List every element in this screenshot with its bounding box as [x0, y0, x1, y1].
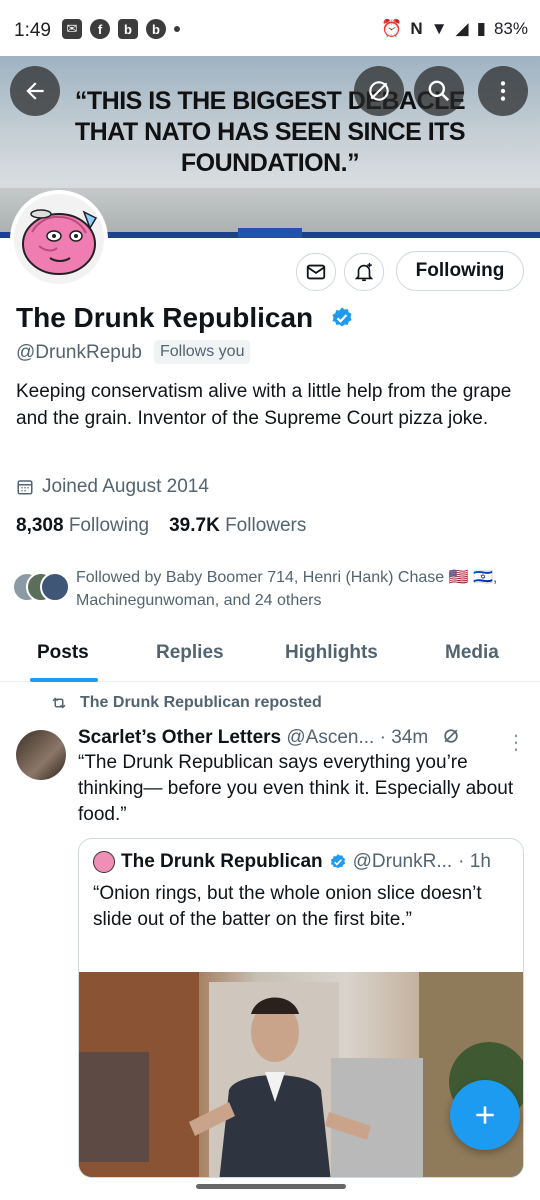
joined-date: Joined August 2014 [16, 476, 209, 498]
battery-icon: ▮ [476, 19, 486, 38]
grok-icon[interactable] [441, 726, 461, 746]
follow-counts: 8,308 Following 39.7K Followers [16, 515, 306, 537]
b-app-icon: b [118, 19, 138, 39]
alarm-icon: ⏰ [381, 19, 403, 38]
system-icons: ⏰ N ▼ ◢ ▮ 83% [381, 19, 528, 39]
profile-avatar[interactable] [10, 190, 108, 288]
bell-plus-icon [354, 262, 374, 282]
post-author-avatar[interactable] [16, 730, 66, 780]
notification-icons: ✉ f b b [62, 19, 180, 39]
repost-icon [52, 697, 66, 709]
post-header: Scarlet’s Other Letters @Ascen... · 34m [78, 726, 461, 749]
following-count-link[interactable]: 8,308 Following [16, 515, 149, 537]
profile-tabs: Posts Replies Highlights Media [0, 630, 540, 682]
plus-icon [476, 1106, 494, 1124]
back-icon [26, 82, 44, 100]
verified-badge-icon [332, 307, 352, 327]
tab-highlights[interactable]: Highlights [285, 642, 378, 664]
followers-count-link[interactable]: 39.7K Followers [169, 515, 306, 537]
battery-percent: 83% [493, 19, 528, 38]
follows-you-badge: Follows you [154, 340, 251, 364]
following-button[interactable]: Following [396, 251, 524, 291]
post-author-name[interactable]: Scarlet’s Other Letters [78, 727, 281, 748]
signal-icon: ◢ [455, 19, 469, 38]
more-notifications-dot [174, 26, 180, 32]
profile-name: The Drunk Republican [16, 302, 314, 333]
gesture-navigation-bar[interactable] [196, 1184, 346, 1189]
status-bar: 1:49 ✉ f b b ⏰ N ▼ ◢ ▮ 83% [0, 0, 540, 62]
notifications-button[interactable] [344, 253, 384, 291]
tab-media[interactable]: Media [445, 642, 499, 664]
quoted-post-text: “Onion rings, but the whole onion slice … [93, 883, 482, 930]
quoted-author-name: The Drunk Republican [121, 851, 323, 872]
b-app-icon: b [146, 19, 166, 39]
search-button[interactable] [414, 66, 464, 116]
active-tab-indicator [30, 678, 98, 682]
followed-by-text[interactable]: Followed by Baby Boomer 714, Henri (Hank… [76, 566, 526, 612]
calendar-icon [17, 480, 33, 495]
repost-label: The Drunk Republican reposted [80, 694, 322, 711]
repost-indicator: The Drunk Republican reposted [50, 694, 322, 712]
post-time: · 34m [379, 727, 429, 748]
grok-button[interactable] [354, 66, 404, 116]
message-icon: ✉ [62, 19, 82, 39]
verified-badge-icon [330, 854, 345, 869]
compose-post-button[interactable] [450, 1080, 520, 1150]
nfc-icon: N [410, 19, 423, 38]
envelope-icon [306, 264, 326, 280]
avatar [93, 851, 115, 873]
followed-by-avatars[interactable] [12, 572, 72, 604]
tab-posts[interactable]: Posts [37, 642, 89, 664]
status-time: 1:49 [14, 20, 51, 41]
facebook-icon: f [90, 19, 110, 39]
avatar [40, 572, 70, 602]
post-text: “The Drunk Republican says everything yo… [78, 752, 514, 825]
banner-tag [238, 228, 302, 238]
avatar-image [14, 194, 104, 284]
grok-icon [369, 81, 389, 101]
more-options-button[interactable] [478, 66, 528, 116]
quoted-post-image[interactable] [79, 972, 523, 1177]
profile-handle: @DrunkRepub [16, 342, 142, 363]
joined-text: Joined August 2014 [42, 476, 209, 497]
search-icon [428, 80, 450, 102]
back-button[interactable] [10, 66, 60, 116]
wifi-icon: ▼ [430, 19, 448, 38]
quoted-author-handle: @DrunkR... [352, 851, 453, 872]
quoted-post-header: The Drunk Republican @DrunkR... · 1h [93, 851, 491, 873]
profile-bio: Keeping conservatism alive with a little… [16, 381, 512, 429]
post-author-handle[interactable]: @Ascen... [286, 727, 374, 748]
more-icon [500, 81, 506, 101]
message-button[interactable] [296, 253, 336, 291]
quoted-post-time: · 1h [458, 851, 491, 872]
tab-replies[interactable]: Replies [156, 642, 224, 664]
